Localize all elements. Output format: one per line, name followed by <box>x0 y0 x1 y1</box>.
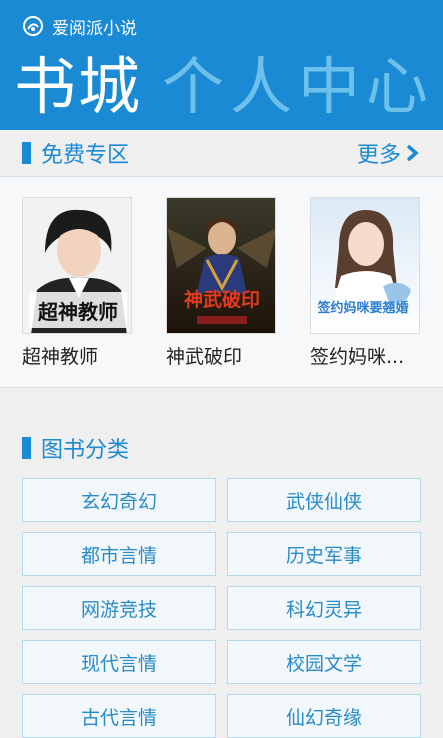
book-title: 签约妈咪... <box>310 346 405 368</box>
tab-personal-center[interactable]: 个人中心 <box>162 48 434 126</box>
app-header: 爱阅派小说 书城 个人中心 <box>0 0 443 130</box>
free-zone-header: 免费专区 更多 <box>0 130 443 176</box>
book-item[interactable]: 签约妈咪要翘婚 签约妈咪... <box>310 197 422 369</box>
app-title-bar: 爱阅派小说 <box>22 12 137 40</box>
section-marker <box>22 437 31 459</box>
book-item[interactable]: 神武破印 神武破印 <box>166 197 278 369</box>
pivot-header: 书城 个人中心 <box>14 48 434 126</box>
more-label: 更多 <box>356 143 401 168</box>
free-books-panel: 超神教师 超神教师 神武破印 神武破印 签约妈咪要翘婚 签约妈咪... <box>0 176 443 388</box>
book-cover-image: 超神教师 <box>23 198 131 333</box>
book-cover-image: 神武破印 <box>167 198 275 333</box>
more-link[interactable]: 更多 <box>357 130 419 176</box>
category-button[interactable]: 都市言情 <box>22 532 216 576</box>
category-button[interactable]: 仙幻奇缘 <box>227 694 421 738</box>
chevron-right-icon <box>406 144 419 162</box>
book-item[interactable]: 超神教师 超神教师 <box>22 197 134 369</box>
app-logo-icon <box>23 16 43 36</box>
category-button[interactable]: 武侠仙侠 <box>227 478 421 522</box>
section-marker <box>22 142 31 164</box>
cover-text: 神武破印 <box>184 288 260 311</box>
category-button[interactable]: 历史军事 <box>227 532 421 576</box>
category-button[interactable]: 校园文学 <box>227 640 421 684</box>
cover-text: 超神教师 <box>37 300 118 324</box>
category-button[interactable]: 古代言情 <box>22 694 216 738</box>
category-button[interactable]: 玄幻奇幻 <box>22 478 216 522</box>
tab-bookstore[interactable]: 书城 <box>14 48 142 126</box>
cover-text: 签约妈咪要翘婚 <box>316 300 408 316</box>
book-cover-image: 签约妈咪要翘婚 <box>311 198 419 333</box>
free-zone-title: 免费专区 <box>41 143 130 168</box>
category-button[interactable]: 网游竞技 <box>22 586 216 630</box>
category-button[interactable]: 现代言情 <box>22 640 216 684</box>
app-title: 爱阅派小说 <box>52 18 137 39</box>
categories-title: 图书分类 <box>41 438 130 463</box>
book-title: 超神教师 <box>22 346 99 368</box>
category-button[interactable]: 科幻灵异 <box>227 586 421 630</box>
book-title: 神武破印 <box>166 346 243 368</box>
book-cover[interactable]: 超神教师 <box>22 197 132 334</box>
categories-header: 图书分类 <box>0 425 443 471</box>
book-cover[interactable]: 神武破印 <box>166 197 276 334</box>
book-cover[interactable]: 签约妈咪要翘婚 <box>310 197 420 334</box>
